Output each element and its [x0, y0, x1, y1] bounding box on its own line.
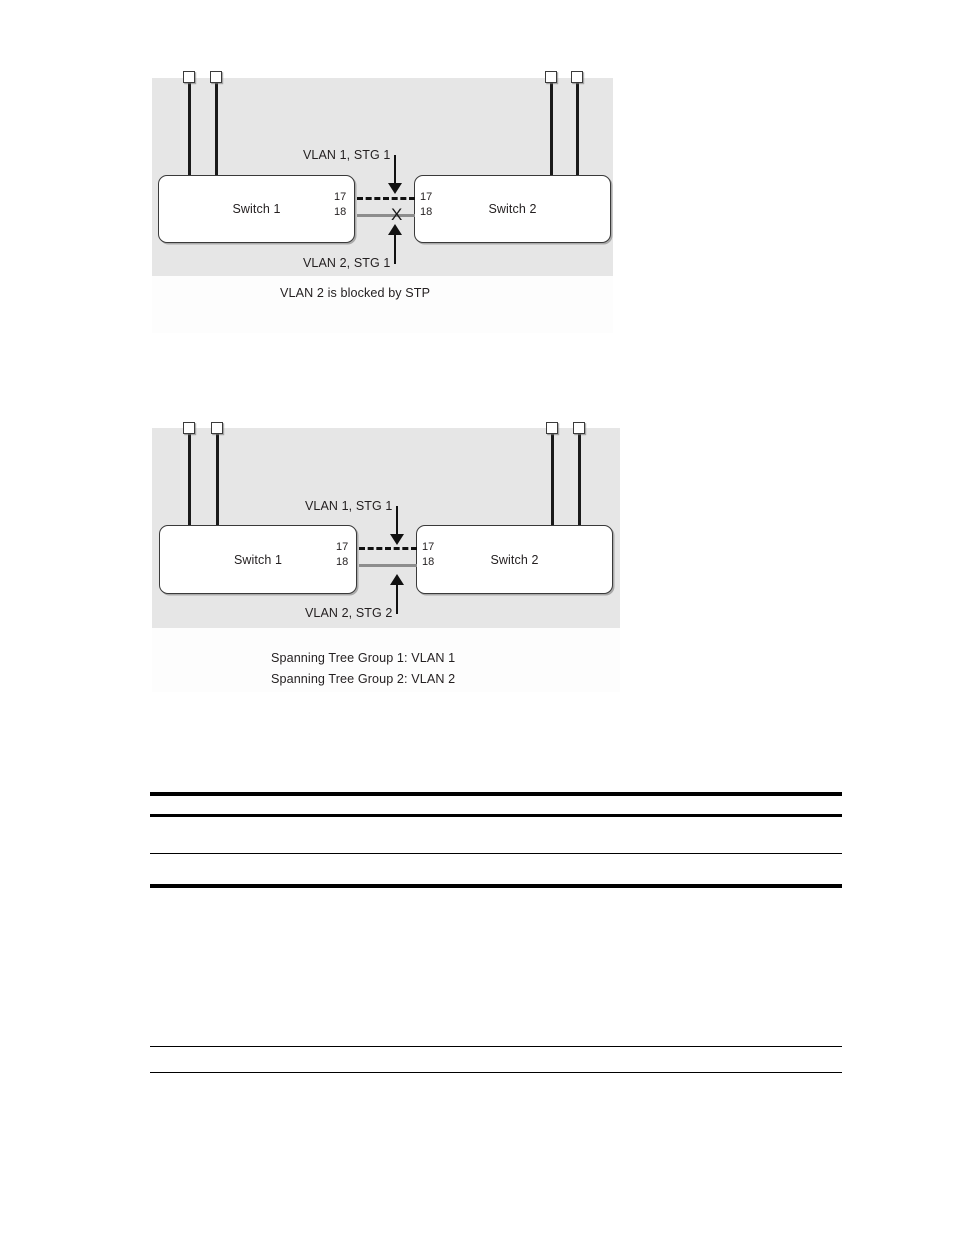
- switch-1-port-17: 17: [334, 191, 347, 203]
- table-lower-bottom-rule: [150, 1072, 842, 1074]
- arrow-up-icon-vlan2: [390, 574, 404, 585]
- switch-2-port-18: 18: [422, 556, 435, 568]
- switch-box-1[interactable]: Switch 1: [158, 175, 355, 243]
- cable-left-2: [216, 430, 220, 526]
- figure-2-caption-line-1: Spanning Tree Group 1: VLAN 1: [271, 651, 456, 665]
- figure-1-caption: VLAN 2 is blocked by STP: [280, 286, 431, 300]
- cable-right-1: [551, 430, 555, 526]
- host-node-right-1: [545, 71, 557, 83]
- leader-line-vlan2: [396, 584, 399, 614]
- table-lower-top-rule: [150, 1046, 842, 1048]
- switch-box-2[interactable]: Switch 2: [416, 525, 613, 594]
- switch-2-label: Switch 2: [490, 552, 539, 567]
- cable-right-2: [578, 430, 582, 526]
- leader-line-vlan1: [396, 506, 399, 534]
- switch-2-port-18: 18: [420, 206, 433, 218]
- link-vlan1-dashed: [359, 547, 417, 550]
- cable-right-2: [576, 80, 580, 176]
- cable-right-1: [550, 80, 554, 176]
- host-node-right-2: [571, 71, 583, 83]
- callout-vlan1-stg1: VLAN 1, STG 1: [303, 148, 391, 162]
- switch-1-label: Switch 1: [232, 202, 281, 216]
- table-upper-top-rule: [150, 792, 842, 796]
- arrow-up-icon-vlan2: [388, 224, 402, 235]
- arrow-down-icon-vlan1: [390, 534, 404, 545]
- leader-line-vlan1: [394, 155, 397, 183]
- switch-2-port-17: 17: [422, 541, 435, 553]
- link-vlan1-dashed: [357, 197, 415, 200]
- switch-2-port-17: 17: [420, 191, 433, 203]
- host-node-left-1: [183, 422, 195, 434]
- host-node-left-1: [183, 71, 195, 83]
- switch-1-label: Switch 1: [233, 552, 283, 567]
- switch-2-label: Switch 2: [488, 202, 537, 216]
- callout-vlan2-stg2: VLAN 2, STG 2: [305, 606, 393, 620]
- cable-left-1: [188, 430, 192, 526]
- figure-1-caption-band: [152, 276, 613, 333]
- cable-left-1: [188, 80, 192, 176]
- switch-1-port-18: 18: [336, 556, 349, 568]
- cable-left-2: [215, 80, 219, 176]
- table-upper-header-rule: [150, 814, 842, 818]
- switch-box-1[interactable]: Switch 1: [159, 525, 357, 594]
- host-node-right-1: [546, 422, 558, 434]
- link-vlan2-solid: [357, 214, 415, 218]
- arrow-down-icon-vlan1: [388, 183, 402, 194]
- blocked-x-icon: X: [391, 205, 403, 224]
- callout-vlan1-stg1: VLAN 1, STG 1: [305, 499, 393, 513]
- host-node-right-2: [573, 422, 585, 434]
- callout-vlan2-stg1: VLAN 2, STG 1: [303, 256, 391, 270]
- table-upper-row-rule: [150, 853, 842, 855]
- host-node-left-2: [210, 71, 222, 83]
- switch-box-2[interactable]: Switch 2: [414, 175, 611, 243]
- figure-2-caption-line-2: Spanning Tree Group 2: VLAN 2: [271, 672, 456, 686]
- switch-1-port-17: 17: [336, 541, 349, 553]
- host-node-left-2: [211, 422, 223, 434]
- switch-1-port-18: 18: [334, 206, 347, 218]
- table-upper-bottom-rule: [150, 884, 842, 888]
- leader-line-vlan2: [394, 234, 397, 264]
- link-vlan2-solid: [359, 564, 417, 568]
